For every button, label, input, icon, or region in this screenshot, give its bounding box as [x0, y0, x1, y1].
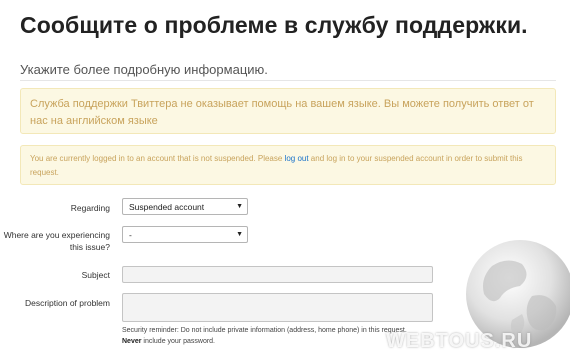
security-reminder: Security reminder: Do not include privat… — [122, 325, 422, 347]
language-notice-text: Служба поддержки Твиттера не оказывает п… — [30, 98, 534, 127]
subject-label: Subject — [81, 270, 110, 280]
page-subtitle: Укажите более подробную информацию. — [20, 62, 268, 77]
regarding-select[interactable]: Suspended account ▼ — [122, 198, 248, 215]
regarding-selected-value: Suspended account — [129, 202, 205, 212]
page-title: Сообщите о проблеме в службу поддержки. — [20, 12, 528, 38]
description-textarea[interactable] — [122, 293, 433, 322]
site-watermark: WEBTOUS.RU — [386, 330, 533, 352]
subject-input[interactable] — [122, 266, 433, 283]
log-out-link[interactable]: log out — [285, 154, 309, 163]
security-reminder-text: Security reminder: Do not include privat… — [122, 327, 407, 334]
issue-location-select[interactable]: - ▼ — [122, 226, 248, 243]
dropdown-caret-icon: ▼ — [236, 203, 243, 210]
security-reminder-bold: Never — [122, 338, 142, 345]
security-reminder-tail: include your password. — [141, 338, 216, 345]
dropdown-caret-icon: ▼ — [236, 231, 243, 238]
regarding-label: Regarding — [70, 203, 110, 213]
language-notice-alert: Служба поддержки Твиттера не оказывает п… — [20, 88, 556, 134]
account-notice-alert: You are currently logged in to an accoun… — [20, 145, 556, 185]
issue-location-label: Where are you experiencing this issue? — [3, 230, 110, 252]
description-label: Description of problem — [24, 298, 110, 308]
divider — [20, 80, 556, 81]
support-form-page: Сообщите о проблеме в службу поддержки. … — [0, 0, 570, 358]
account-notice-text: You are currently logged in to an accoun… — [30, 154, 285, 163]
issue-location-selected-value: - — [129, 230, 132, 240]
